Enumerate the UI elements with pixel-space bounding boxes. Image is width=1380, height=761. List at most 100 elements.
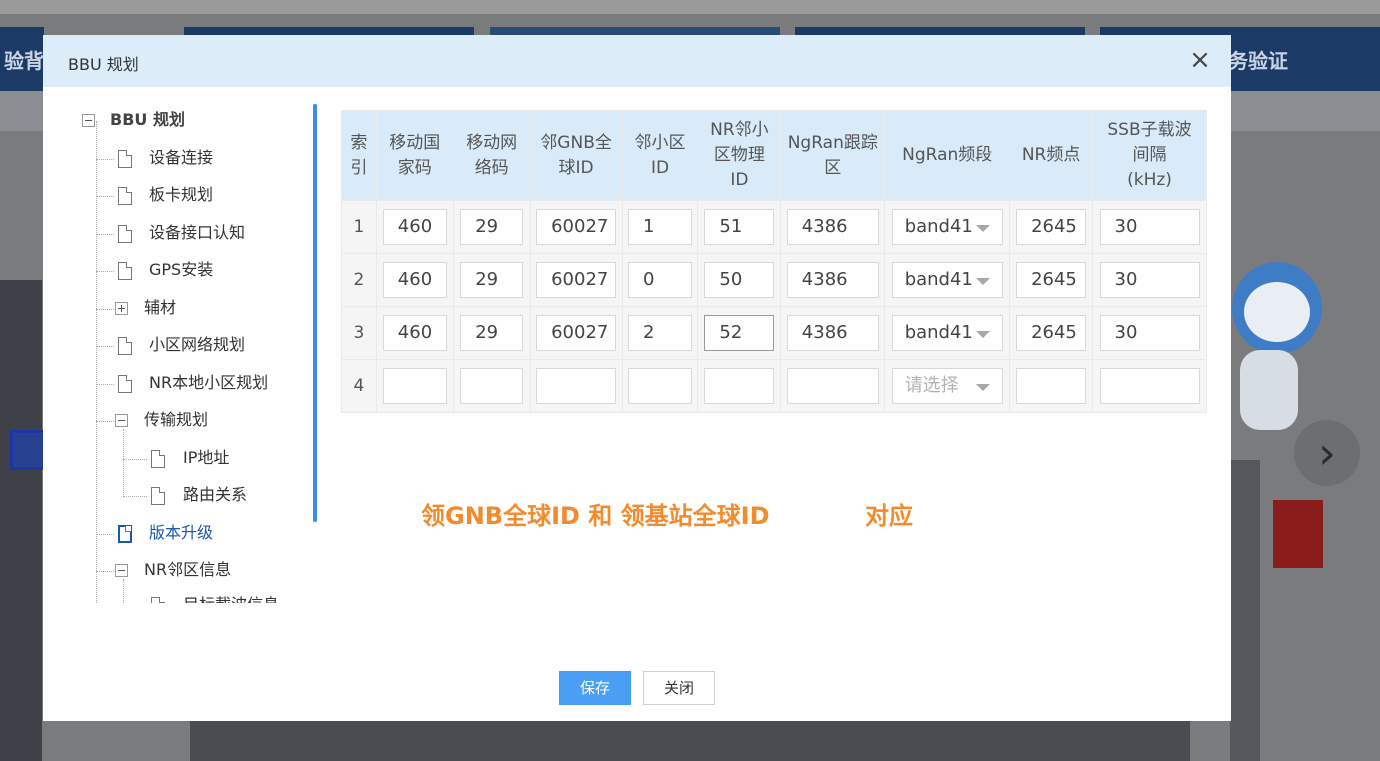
tree-connector: [96, 346, 114, 347]
band-select[interactable]: band41: [891, 209, 1003, 245]
band-select[interactable]: band41: [891, 315, 1003, 351]
tree-item-board-planning[interactable]: 板卡规划: [149, 184, 213, 206]
tree-connector: [96, 534, 114, 535]
tac-input[interactable]: [786, 368, 879, 404]
scs-input[interactable]: 30: [1099, 315, 1200, 351]
mnc-input[interactable]: 29: [460, 315, 524, 351]
tree-item-nr-neighbor-info[interactable]: NR邻区信息: [144, 559, 231, 581]
mnc-input[interactable]: [460, 368, 524, 404]
file-icon: [151, 487, 165, 505]
gnb-id-input[interactable]: 60027: [536, 209, 617, 245]
tree-item-transport-planning[interactable]: 传输规划: [144, 409, 208, 431]
tree-item-device-connection[interactable]: 设备连接: [149, 147, 213, 169]
pci-input[interactable]: 52: [704, 315, 775, 351]
mcc-input[interactable]: [382, 368, 447, 404]
arfcn-input[interactable]: [1016, 368, 1087, 404]
pci-input[interactable]: 50: [704, 262, 775, 298]
arfcn-input[interactable]: 2645: [1016, 209, 1087, 245]
header-line: 家码: [397, 157, 432, 178]
file-icon: [118, 337, 132, 355]
tree-scrollbar[interactable]: [313, 104, 317, 522]
tree-item-route-relation[interactable]: 路由关系: [183, 484, 247, 506]
dialog-title: BBU 规划: [68, 55, 139, 74]
tree-connector: [123, 429, 124, 497]
tree-item-device-interface[interactable]: 设备接口认知: [149, 222, 245, 244]
tree-item-gps-install[interactable]: GPS安装: [149, 259, 213, 281]
gnb-id-input[interactable]: [536, 368, 617, 404]
tree-collapse-toggle[interactable]: [82, 114, 95, 127]
tree-item-nr-local-cell[interactable]: NR本地小区规划: [149, 372, 268, 394]
band-select[interactable]: band41: [891, 262, 1003, 298]
tree-collapse-toggle[interactable]: [115, 564, 128, 577]
mcc-input[interactable]: 460: [382, 209, 447, 245]
row-index: 1: [341, 200, 377, 254]
column-header-index: 索引: [341, 110, 377, 201]
file-icon: [118, 225, 132, 243]
header-line: 区物理: [713, 145, 765, 165]
tac-input[interactable]: 4386: [786, 209, 879, 245]
pci-input[interactable]: [704, 368, 775, 404]
header-line: (kHz): [1127, 170, 1172, 190]
tree-collapse-toggle[interactable]: [115, 414, 128, 427]
cell-id-input[interactable]: 1: [628, 209, 692, 245]
row-index: 2: [341, 253, 377, 307]
table-header-row: 索引 移动国 家码 移动网 络码 邻GNB全 球ID 邻小区 ID NR邻小 区物理 ID …: [341, 110, 1207, 201]
header-line: 引: [350, 157, 368, 178]
tac-input[interactable]: 4386: [786, 262, 879, 298]
file-icon: [118, 525, 132, 543]
mcc-input[interactable]: 460: [382, 262, 447, 298]
chevron-down-icon: [975, 278, 990, 285]
column-header-mnc: 移动网 络码: [452, 110, 531, 201]
table-row: 1 460 29 60027 1 51 4386 band41 2645 30: [341, 200, 1207, 254]
header-line: NR频点: [1021, 145, 1081, 165]
tree-scrollbar-thumb[interactable]: [313, 104, 317, 522]
chevron-down-icon: [975, 331, 990, 338]
header-line: 移动网: [466, 132, 518, 153]
header-line: NgRan频段: [902, 145, 993, 165]
close-icon[interactable]: ×: [1187, 47, 1213, 73]
scs-input[interactable]: [1099, 368, 1200, 404]
tree-connector: [96, 121, 97, 603]
tree-item-target-carrier[interactable]: 目标載波信息: [183, 594, 279, 603]
background-rack: [0, 280, 42, 761]
arfcn-input[interactable]: 2645: [1016, 262, 1087, 298]
next-arrow-icon[interactable]: ›: [1294, 420, 1360, 486]
tree-item-ip-address[interactable]: IP地址: [183, 447, 229, 469]
header-line: 区: [824, 157, 842, 178]
robot-mascot-body: [1240, 350, 1298, 430]
annotation-note: 领GNB全球ID 和 领基站全球ID: [421, 502, 770, 530]
tree-item-accessories[interactable]: 辅材: [144, 297, 176, 319]
cell-id-input[interactable]: 2: [628, 315, 692, 351]
tree-item-cell-network-planning[interactable]: 小区网络规划: [149, 334, 245, 356]
scs-input[interactable]: 30: [1099, 262, 1200, 298]
mnc-input[interactable]: 29: [460, 262, 524, 298]
cell-id-input[interactable]: [628, 368, 692, 404]
gnb-id-input[interactable]: 60027: [536, 315, 617, 351]
cell-id-input[interactable]: 0: [628, 262, 692, 298]
file-icon: [118, 187, 132, 205]
background-nav-left-label: 验背: [4, 48, 44, 73]
header-line: ID: [730, 170, 749, 190]
band-select[interactable]: 请选择: [891, 368, 1003, 404]
tac-input[interactable]: 4386: [786, 315, 879, 351]
mnc-input[interactable]: 29: [460, 209, 524, 245]
save-button[interactable]: 保存: [559, 671, 631, 705]
header-line: 移动国: [389, 132, 441, 153]
tree-item-version-upgrade[interactable]: 版本升级: [149, 522, 213, 544]
scs-input[interactable]: 30: [1099, 209, 1200, 245]
background-nav-right-label: 务验证: [1228, 48, 1288, 73]
close-button[interactable]: 关闭: [643, 671, 715, 705]
file-icon: [118, 262, 132, 280]
table-row: 3 460 29 60027 2 52 4386 band41 2645 30: [341, 306, 1207, 360]
tree-expand-toggle[interactable]: [115, 302, 128, 315]
chevron-down-icon: [975, 225, 990, 232]
arfcn-input[interactable]: 2645: [1016, 315, 1087, 351]
pci-input[interactable]: 51: [704, 209, 775, 245]
column-header-tac: NgRan跟踪区: [780, 110, 886, 201]
band-select-value: band41: [904, 216, 973, 237]
tree-root-bbu-planning[interactable]: BBU 规划: [110, 109, 185, 131]
column-header-pci: NR邻小 区物理 ID: [697, 110, 782, 201]
row-index: 3: [341, 306, 377, 360]
mcc-input[interactable]: 460: [382, 315, 447, 351]
gnb-id-input[interactable]: 60027: [536, 262, 617, 298]
